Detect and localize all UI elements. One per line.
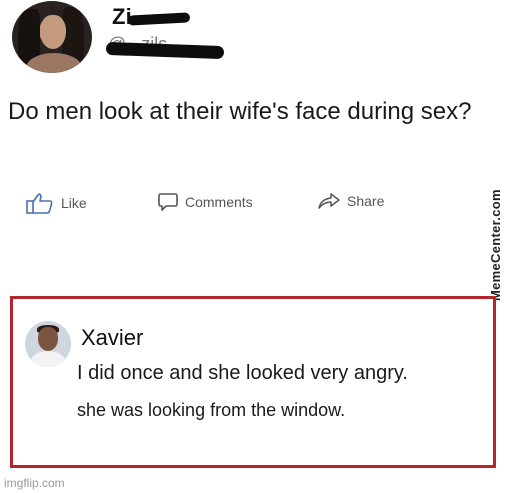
poster-avatar[interactable] <box>12 1 92 73</box>
like-label: Like <box>61 195 87 211</box>
commenter-avatar[interactable] <box>25 321 71 367</box>
memecenter-watermark: MemeCenter.com <box>488 189 503 301</box>
comment-text-line-1: I did once and she looked very angry. <box>77 362 408 384</box>
post-text: Do men look at their wife's face during … <box>8 98 472 125</box>
censor-scribble-handle <box>105 41 225 60</box>
thumbs-up-icon <box>26 192 54 214</box>
highlighted-comment: Xavier I did once and she looked very an… <box>10 296 496 468</box>
comments-button[interactable]: Comments <box>158 192 253 212</box>
comment-text-line-2: she was looking from the window. <box>77 400 346 420</box>
avatar-face <box>40 15 66 49</box>
commenter-face <box>38 327 58 351</box>
imgflip-watermark: imgflip.com <box>4 476 65 490</box>
post-header: Zi @...zils <box>0 0 506 80</box>
commenter-name[interactable]: Xavier <box>81 325 143 351</box>
share-button[interactable]: Share <box>318 192 384 210</box>
share-label: Share <box>347 193 385 209</box>
commenter-shirt <box>31 351 65 367</box>
post-action-bar: Like Comments Share <box>0 188 506 220</box>
censor-scribble-username <box>127 12 191 26</box>
speech-bubble-icon <box>158 192 178 212</box>
share-arrow-icon <box>318 192 340 210</box>
comments-label: Comments <box>185 194 253 210</box>
like-button[interactable]: Like <box>26 192 87 214</box>
